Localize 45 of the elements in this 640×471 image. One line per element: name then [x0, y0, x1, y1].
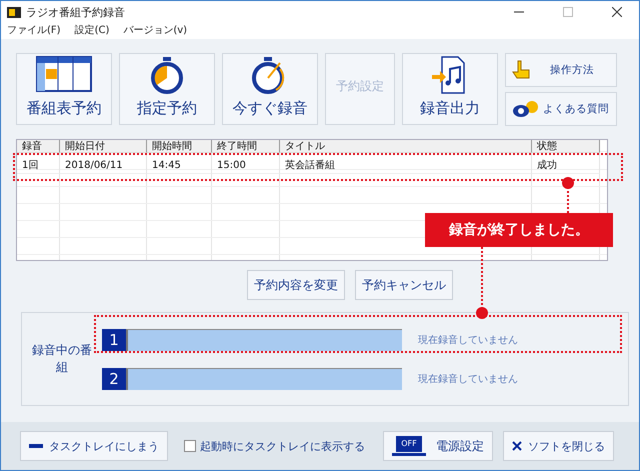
- column-header[interactable]: 開始日付: [60, 140, 147, 153]
- app-icon: [7, 6, 21, 18]
- recording-status: 現在録音していません: [418, 334, 518, 346]
- menu-item[interactable]: ファイル(F): [7, 23, 61, 37]
- column-header[interactable]: 終了時間: [212, 140, 280, 153]
- stopwatch-icon: [149, 55, 185, 95]
- close-icon: [512, 441, 522, 451]
- power-button[interactable]: OFF 電源設定: [383, 431, 493, 461]
- maximize-icon: [563, 7, 573, 17]
- column-header[interactable]: タイトル: [280, 140, 532, 153]
- action-button[interactable]: 予約内容を変更: [247, 270, 345, 300]
- pointing-hand-icon: [512, 59, 532, 81]
- toolbar-button[interactable]: 指定予約: [119, 53, 215, 125]
- panel-label: 録音中の番組: [31, 342, 93, 376]
- column-header[interactable]: 開始時間: [147, 140, 212, 153]
- checkbox-label: 起動時にタスクトレイに表示する: [200, 438, 365, 454]
- close-icon: [612, 7, 622, 17]
- table-cell: 成功: [532, 157, 600, 174]
- help-button[interactable]: 操作方法: [505, 53, 617, 87]
- menu-item[interactable]: 設定(C): [74, 23, 110, 37]
- chat-bubbles-icon: [512, 100, 540, 118]
- table-cell: 15:00: [212, 157, 280, 174]
- menu-item[interactable]: バージョン(v): [123, 23, 188, 37]
- minimize-icon: [29, 444, 43, 448]
- tray-button[interactable]: タスクトレイにしまう: [20, 431, 168, 461]
- table-cell: 1回: [17, 157, 60, 174]
- slot-number: 1: [102, 328, 126, 350]
- callout-label: 録音が終了しました。: [425, 213, 613, 247]
- table-cell: 2018/06/11: [60, 157, 147, 174]
- slot-number: 2: [102, 368, 126, 390]
- toolbar-button[interactable]: 今すぐ録音: [222, 53, 318, 125]
- checkbox[interactable]: [184, 440, 196, 452]
- marker-dot: [476, 307, 488, 319]
- help-button[interactable]: よくある質問: [505, 92, 617, 126]
- table-cell: 14:45: [147, 157, 212, 174]
- quit-button[interactable]: ソフトを閉じる: [503, 431, 614, 461]
- table-cell: 英会話番組: [280, 157, 532, 174]
- action-button[interactable]: 予約キャンセル: [355, 270, 453, 300]
- toolbar-button[interactable]: 録音出力: [402, 53, 498, 125]
- column-header[interactable]: 状態: [532, 140, 600, 153]
- recording-status: 現在録音していません: [418, 372, 518, 386]
- column-header[interactable]: 録音: [17, 140, 60, 153]
- window-title: ラジオ番組予約録音: [26, 4, 126, 20]
- toolbar-button[interactable]: 番組表予約: [16, 53, 112, 125]
- timetable-icon: [35, 55, 93, 95]
